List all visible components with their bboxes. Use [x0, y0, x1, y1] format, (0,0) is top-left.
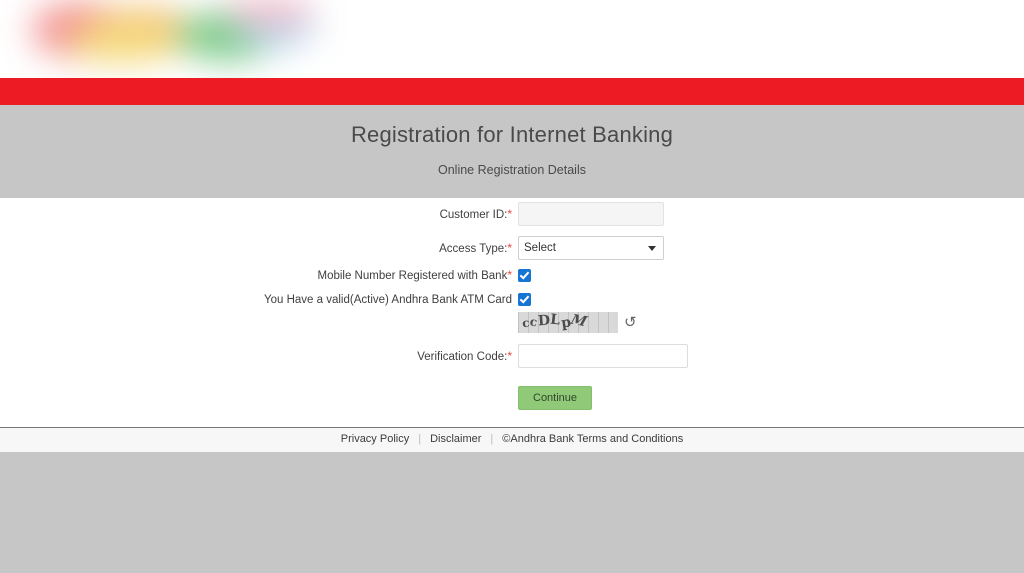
captcha-char-4: L [549, 312, 562, 329]
footer-links: Privacy Policy | Disclaimer | ©Andhra Ba… [341, 428, 683, 445]
footer-link-terms-and-conditions[interactable]: ©Andhra Bank Terms and Conditions [502, 433, 683, 445]
customer-id-required-mark: * [507, 207, 512, 221]
page-subtitle: Online Registration Details [438, 163, 586, 177]
captcha-group: ccDLpM ↺ [518, 312, 638, 333]
access-type-label: Access Type:* [0, 241, 518, 255]
mobile-registered-label-text: Mobile Number Registered with Bank [317, 270, 508, 282]
row-customer-id: Customer ID:* [0, 202, 1024, 226]
footer-link-privacy-policy[interactable]: Privacy Policy [341, 433, 409, 445]
atm-card-label-text: You Have a valid(Active) Andhra Bank ATM… [263, 294, 512, 306]
row-access-type: Access Type:* Select [0, 236, 1024, 260]
row-atm-card: You Have a valid(Active) Andhra Bank ATM… [0, 292, 1024, 306]
registration-form: Customer ID:* Access Type:* Select Mobil… [0, 198, 1024, 425]
logo-blob-yellow [68, 22, 178, 62]
row-verification-code: Verification Code:* [0, 344, 1024, 368]
bank-logo-blurred [32, 0, 314, 62]
row-submit: Continue [0, 386, 1024, 410]
verification-code-label-text: Verification Code: [417, 351, 508, 363]
captcha-text: ccDLpM [521, 312, 590, 332]
captcha-image: ccDLpM [518, 312, 618, 333]
page-header: Registration for Internet Banking Online… [0, 105, 1024, 198]
verification-code-required-mark: * [507, 349, 512, 363]
footer-separator-2: | [490, 433, 494, 445]
verification-code-label: Verification Code:* [0, 349, 518, 363]
refresh-captcha-icon[interactable]: ↺ [624, 315, 638, 330]
customer-id-label: Customer ID:* [0, 207, 518, 221]
page-title: Registration for Internet Banking [350, 122, 674, 147]
chevron-down-icon [648, 246, 656, 251]
bottom-filler [0, 452, 1024, 573]
atm-card-checkbox[interactable] [518, 292, 531, 306]
page-footer: Privacy Policy | Disclaimer | ©Andhra Ba… [0, 427, 1024, 452]
access-type-selected-value: Select [524, 242, 556, 254]
mobile-registered-label: Mobile Number Registered with Bank* [0, 268, 518, 282]
captcha-char-6: M [568, 312, 590, 331]
footer-separator-1: | [418, 433, 422, 445]
mobile-registered-checkbox[interactable] [518, 268, 531, 282]
logo-band [0, 0, 1024, 78]
atm-card-label: You Have a valid(Active) Andhra Bank ATM… [0, 292, 518, 306]
mobile-registered-required-mark: * [507, 268, 512, 282]
footer-link-disclaimer[interactable]: Disclaimer [430, 433, 481, 445]
access-type-label-text: Access Type: [439, 243, 508, 255]
verification-code-input[interactable] [518, 344, 688, 368]
continue-button[interactable]: Continue [518, 386, 593, 410]
access-type-required-mark: * [507, 241, 512, 255]
customer-id-label-text: Customer ID: [439, 209, 508, 221]
row-captcha: ccDLpM ↺ [0, 312, 1024, 333]
customer-id-input[interactable] [518, 202, 664, 226]
row-mobile-registered: Mobile Number Registered with Bank* [0, 268, 1024, 282]
access-type-select[interactable]: Select [518, 236, 664, 260]
brand-accent-bar [0, 78, 1024, 105]
